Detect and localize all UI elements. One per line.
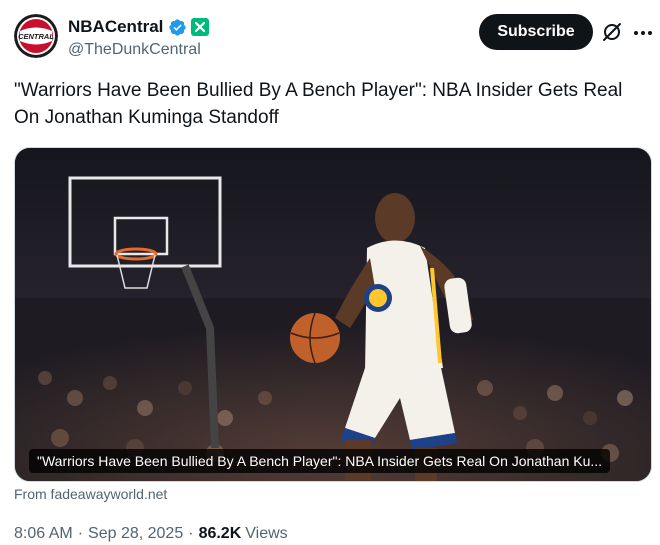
tweet-time[interactable]: 8:06 AM	[14, 525, 73, 543]
affiliate-badge-icon[interactable]	[191, 18, 210, 36]
author-handle[interactable]: @TheDunkCentral	[68, 41, 209, 59]
link-card-image[interactable]: "Warriors Have Been Bullied By A Bench P…	[14, 147, 652, 482]
more-icon[interactable]	[632, 22, 654, 44]
tweet-meta: 8:06 AM · Sep 28, 2025 · 86.2K Views	[14, 525, 288, 543]
avatar[interactable]: CENTRAL	[14, 14, 58, 58]
separator-dot: ·	[188, 525, 194, 542]
tweet-text: "Warriors Have Been Bullied By A Bench P…	[14, 80, 623, 128]
separator-dot: ·	[77, 525, 84, 542]
avatar-wordmark: CENTRAL	[18, 32, 54, 41]
views-label: Views	[245, 525, 288, 542]
subscribe-button[interactable]: Subscribe	[479, 14, 593, 50]
verified-badge-icon[interactable]	[168, 18, 187, 37]
display-name[interactable]: NBACentral	[68, 17, 163, 37]
views-count: 86.2K	[198, 525, 242, 542]
tweet-date[interactable]: Sep 28, 2025	[88, 525, 183, 543]
tweet-header: CENTRAL NBACentral @TheDunkCentral Subsc…	[14, 14, 652, 60]
grok-icon[interactable]	[601, 21, 623, 43]
photo-basketball-player	[15, 148, 651, 481]
link-card-title[interactable]: "Warriors Have Been Bullied By A Bench P…	[29, 449, 611, 473]
link-source[interactable]: From fadeawayworld.net	[14, 486, 167, 502]
author-block: NBACentral @TheDunkCentral	[68, 16, 210, 59]
